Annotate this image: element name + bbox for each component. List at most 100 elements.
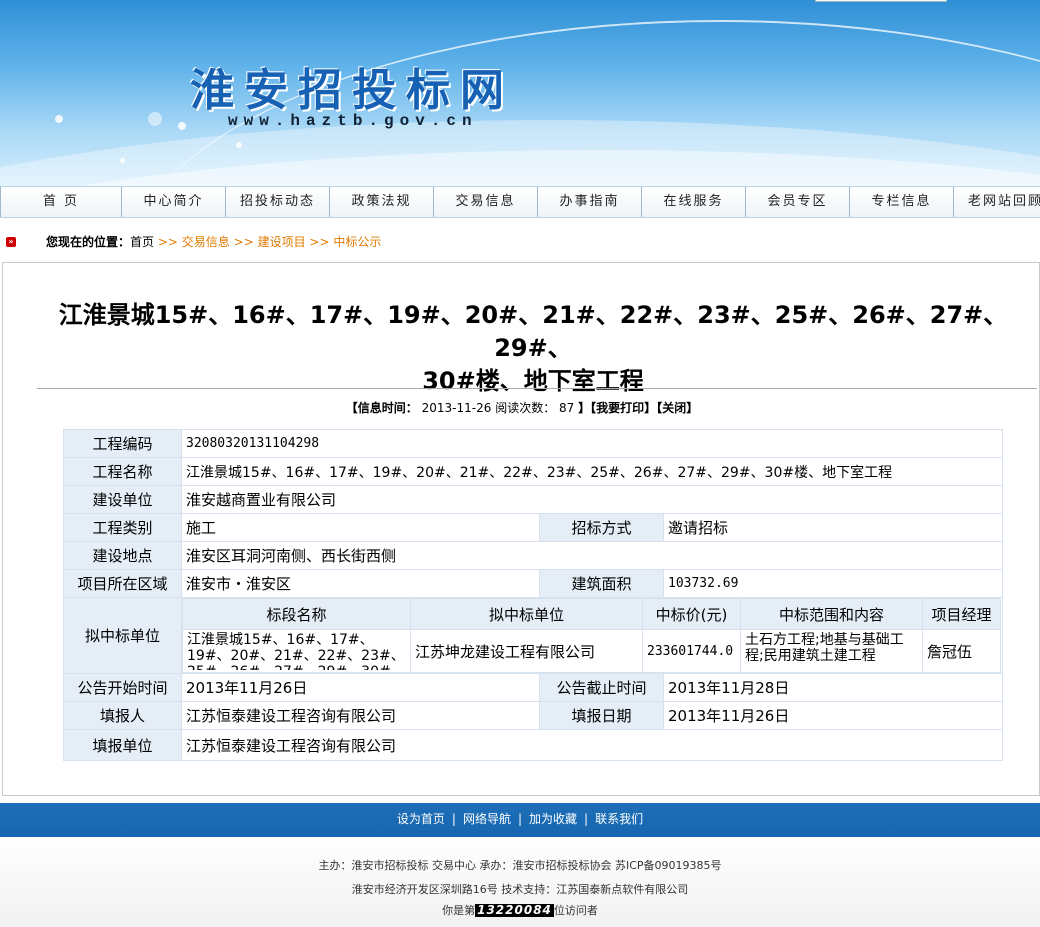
nav-home[interactable]: 首 页 bbox=[0, 187, 122, 217]
footer-separator: | bbox=[451, 812, 456, 826]
field-label: 公告开始时间 bbox=[63, 673, 182, 702]
section-name: 江淮景城15#、16#、17#、19#、20#、21#、22#、23#、25#、… bbox=[187, 632, 405, 670]
breadcrumb-award-notice[interactable]: 中标公示 bbox=[333, 235, 381, 249]
column-header: 标段名称 bbox=[182, 598, 411, 630]
sparkle-decoration bbox=[178, 122, 186, 130]
info-time-label: 【信息时间： bbox=[345, 401, 418, 415]
column-header: 项目经理 bbox=[922, 598, 1001, 630]
table-row: 拟中标单位 标段名称 拟中标单位 中标价(元) 中标范围和内容 项目经理 江淮景… bbox=[63, 597, 1003, 674]
footer-address: 淮安市经济开发区深圳路16号 技术支持：江苏国泰新点软件有限公司 bbox=[351, 883, 689, 896]
sparkle-decoration bbox=[148, 112, 162, 126]
close-link[interactable]: 【关闭】 bbox=[656, 401, 698, 415]
page-title-line: 30#楼、地下室工程 bbox=[422, 367, 644, 395]
nav-center-intro[interactable]: 中心简介 bbox=[122, 187, 226, 217]
breadcrumb-separator: >> bbox=[309, 235, 330, 249]
project-type-value: 施工 bbox=[181, 513, 540, 542]
search-box[interactable] bbox=[815, 0, 947, 2]
field-label: 工程名称 bbox=[63, 457, 182, 486]
visitor-count: 13220084 bbox=[475, 903, 554, 917]
nav-columns[interactable]: 专栏信息 bbox=[850, 187, 954, 217]
visitor-suffix: 位访问者 bbox=[553, 904, 598, 917]
field-label: 拟中标单位 bbox=[63, 597, 182, 674]
visitor-counter: 你是第 13220084 位访问者 bbox=[0, 902, 1040, 918]
nav-bidding-news[interactable]: 招投标动态 bbox=[226, 187, 330, 217]
nav-trade-info[interactable]: 交易信息 bbox=[434, 187, 538, 217]
contact-link[interactable]: 联系我们 bbox=[595, 812, 643, 826]
project-detail-table: 工程编码 32080320131104298 工程名称 江淮景城15#、16#、… bbox=[63, 429, 1003, 761]
table-row: 江淮景城15#、16#、17#、19#、20#、21#、22#、23#、25#、… bbox=[182, 629, 1001, 673]
sparkle-decoration bbox=[55, 115, 63, 123]
location-icon: » bbox=[6, 237, 16, 247]
site-nav-link[interactable]: 网络导航 bbox=[463, 812, 511, 826]
article-meta: 【信息时间： 2013-11-26 阅读次数： 87 】【我要打印】【关闭】 bbox=[3, 399, 1040, 416]
header-banner: 淮安招投标网 www.haztb.gov.cn bbox=[0, 0, 1040, 186]
read-count: 87 bbox=[559, 401, 575, 415]
table-row: 填报单位 江苏恒泰建设工程咨询有限公司 bbox=[63, 729, 1003, 761]
meta-bracket: 】 bbox=[578, 401, 591, 415]
column-header: 中标价(元) bbox=[642, 598, 741, 630]
visitor-prefix: 你是第 bbox=[442, 904, 476, 917]
builder-value: 淮安越商置业有限公司 bbox=[181, 485, 1003, 514]
site-url: www.haztb.gov.cn bbox=[228, 112, 478, 130]
table-row: 建设地点 淮安区耳洞河南侧、西长街西侧 bbox=[63, 541, 1003, 570]
project-code-value: 32080320131104298 bbox=[181, 429, 1003, 458]
fill-date-value: 2013年11月26日 bbox=[663, 701, 1003, 730]
breadcrumb-separator: >> bbox=[233, 235, 254, 249]
field-label: 项目所在区域 bbox=[63, 569, 182, 598]
winner-company: 江苏坤龙建设工程有限公司 bbox=[410, 629, 643, 673]
footer-separator: | bbox=[584, 812, 589, 826]
table-row: 工程类别 施工 招标方式 邀请招标 bbox=[63, 513, 1003, 542]
sparkle-decoration bbox=[236, 142, 242, 148]
breadcrumb: » 您现在的位置：首页 >> 交易信息 >> 建设项目 >> 中标公示 bbox=[0, 231, 1040, 253]
breadcrumb-separator: >> bbox=[157, 235, 178, 249]
nav-old-site[interactable]: 老网站回顾 bbox=[954, 187, 1040, 217]
bid-price: 233601744.0 bbox=[642, 629, 741, 673]
bid-scope: 土石方工程;地基与基础工程;民用建筑土建工程 bbox=[745, 632, 904, 664]
bid-winner-table: 标段名称 拟中标单位 中标价(元) 中标范围和内容 项目经理 江淮景城15#、1… bbox=[182, 598, 1001, 673]
breadcrumb-projects[interactable]: 建设项目 bbox=[258, 235, 306, 249]
filler-unit-value: 江苏恒泰建设工程咨询有限公司 bbox=[181, 729, 1003, 761]
field-label: 填报单位 bbox=[63, 729, 182, 761]
field-label: 建设地点 bbox=[63, 541, 182, 570]
field-label: 建设单位 bbox=[63, 485, 182, 514]
nav-policies[interactable]: 政策法规 bbox=[330, 187, 434, 217]
project-name-value: 江淮景城15#、16#、17#、19#、20#、21#、22#、23#、25#、… bbox=[181, 457, 1003, 486]
notice-start-value: 2013年11月26日 bbox=[181, 673, 540, 702]
area-value: 淮安市・淮安区 bbox=[181, 569, 540, 598]
column-header: 中标范围和内容 bbox=[740, 598, 923, 630]
info-date: 2013-11-26 bbox=[421, 401, 492, 415]
footer-separator: | bbox=[517, 812, 523, 826]
nav-members[interactable]: 会员专区 bbox=[746, 187, 850, 217]
bookmark-link[interactable]: 加为收藏 bbox=[529, 812, 577, 826]
page-title: 江淮景城15#、16#、17#、19#、20#、21#、22#、23#、25#、… bbox=[33, 299, 1033, 398]
table-row: 填报人 江苏恒泰建设工程咨询有限公司 填报日期 2013年11月26日 bbox=[63, 701, 1003, 730]
bid-winner-cell: 标段名称 拟中标单位 中标价(元) 中标范围和内容 项目经理 江淮景城15#、1… bbox=[181, 597, 1003, 674]
notice-end-value: 2013年11月28日 bbox=[663, 673, 1003, 702]
table-row: 工程编码 32080320131104298 bbox=[63, 429, 1003, 458]
site-logo-title: 淮安招投标网 bbox=[190, 65, 514, 116]
field-label: 公告截止时间 bbox=[539, 673, 664, 702]
set-homepage-link[interactable]: 设为首页 bbox=[397, 812, 445, 826]
field-label: 填报日期 bbox=[539, 701, 664, 730]
nav-online-service[interactable]: 在线服务 bbox=[642, 187, 746, 217]
nav-guide[interactable]: 办事指南 bbox=[538, 187, 642, 217]
table-row: 标段名称 拟中标单位 中标价(元) 中标范围和内容 项目经理 bbox=[182, 598, 1001, 630]
table-row: 建设单位 淮安越商置业有限公司 bbox=[63, 485, 1003, 514]
building-size-value: 103732.69 bbox=[663, 569, 1003, 598]
field-label: 工程编码 bbox=[63, 429, 182, 458]
page-title-line: 江淮景城15#、16#、17#、19#、20#、21#、22#、23#、25#、… bbox=[58, 301, 1008, 362]
sparkle-decoration bbox=[120, 158, 125, 163]
field-label: 工程类别 bbox=[63, 513, 182, 542]
bid-method-value: 邀请招标 bbox=[663, 513, 1003, 542]
breadcrumb-trade-info[interactable]: 交易信息 bbox=[182, 235, 230, 249]
main-nav: 首 页 中心简介 招投标动态 政策法规 交易信息 办事指南 在线服务 会员专区 … bbox=[0, 186, 1040, 218]
print-link[interactable]: 【我要打印】 bbox=[590, 401, 656, 415]
field-label: 填报人 bbox=[63, 701, 182, 730]
footer-links-bar: 设为首页 | 网络导航 | 加为收藏 | 联系我们 bbox=[0, 803, 1040, 837]
project-manager: 詹冠伍 bbox=[922, 629, 1001, 673]
location-value: 淮安区耳洞河南侧、西长街西侧 bbox=[181, 541, 1003, 570]
divider bbox=[37, 388, 1037, 389]
field-label: 招标方式 bbox=[539, 513, 664, 542]
table-row: 公告开始时间 2013年11月26日 公告截止时间 2013年11月28日 bbox=[63, 673, 1003, 702]
breadcrumb-home[interactable]: 首页 bbox=[130, 235, 154, 249]
